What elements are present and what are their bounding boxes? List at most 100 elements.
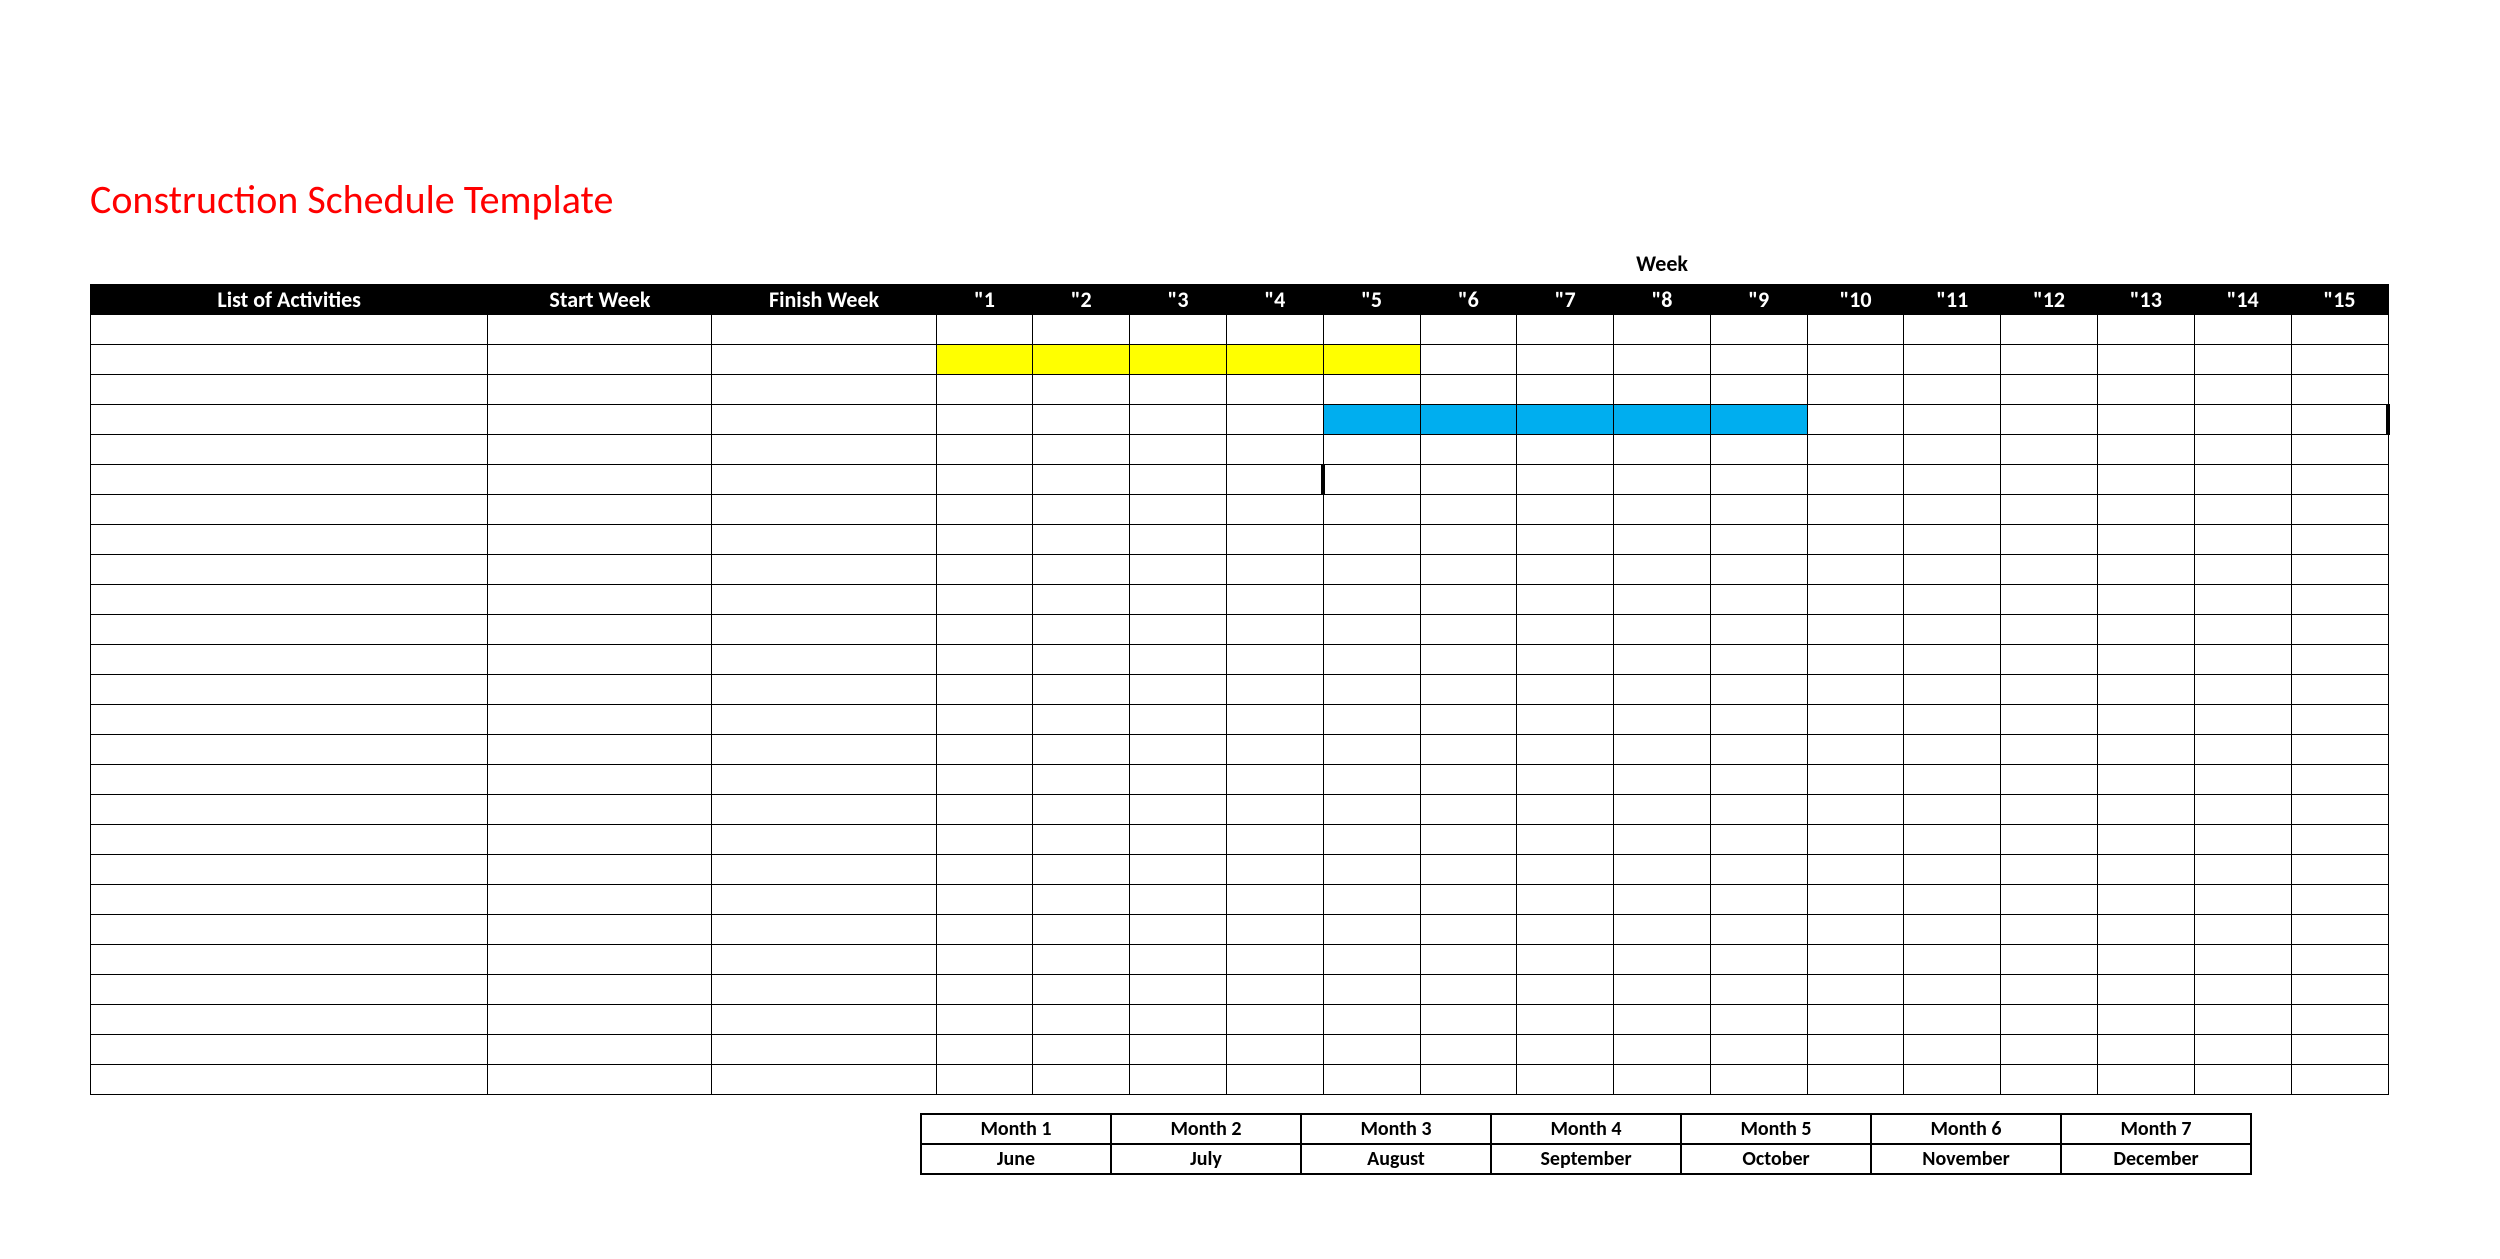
week-cell[interactable]: [1033, 614, 1130, 644]
finish-week-cell[interactable]: [712, 554, 936, 584]
week-cell[interactable]: [936, 644, 1033, 674]
week-cell[interactable]: [2194, 554, 2291, 584]
week-cell[interactable]: [2291, 644, 2388, 674]
week-cell[interactable]: [1033, 404, 1130, 434]
week-cell[interactable]: [2194, 464, 2291, 494]
week-cell[interactable]: [1323, 464, 1420, 494]
week-cell[interactable]: [1710, 314, 1807, 344]
week-cell[interactable]: [936, 1064, 1033, 1094]
week-cell[interactable]: [1614, 314, 1711, 344]
week-cell[interactable]: [2194, 824, 2291, 854]
week-cell[interactable]: [1323, 944, 1420, 974]
week-cell[interactable]: [1710, 1064, 1807, 1094]
week-cell[interactable]: [1614, 404, 1711, 434]
week-cell[interactable]: [1710, 854, 1807, 884]
week-cell[interactable]: [1517, 764, 1614, 794]
week-cell[interactable]: [1323, 584, 1420, 614]
week-cell[interactable]: [1710, 734, 1807, 764]
activity-cell[interactable]: [91, 554, 488, 584]
week-cell[interactable]: [1130, 554, 1227, 584]
week-cell[interactable]: [1033, 554, 1130, 584]
week-cell[interactable]: [1614, 764, 1711, 794]
week-cell[interactable]: [1420, 554, 1517, 584]
finish-week-cell[interactable]: [712, 614, 936, 644]
week-cell[interactable]: [1807, 314, 1904, 344]
activity-cell[interactable]: [91, 404, 488, 434]
week-cell[interactable]: [1226, 914, 1323, 944]
week-cell[interactable]: [1517, 434, 1614, 464]
start-week-cell[interactable]: [488, 974, 712, 1004]
week-cell[interactable]: [2001, 314, 2098, 344]
week-cell[interactable]: [1323, 974, 1420, 1004]
week-cell[interactable]: [1420, 374, 1517, 404]
week-cell[interactable]: [2194, 734, 2291, 764]
week-cell[interactable]: [1710, 974, 1807, 1004]
week-cell[interactable]: [1420, 1004, 1517, 1034]
week-cell[interactable]: [1130, 314, 1227, 344]
week-cell[interactable]: [1323, 794, 1420, 824]
week-cell[interactable]: [1130, 1064, 1227, 1094]
week-cell[interactable]: [2001, 1064, 2098, 1094]
week-cell[interactable]: [1226, 554, 1323, 584]
week-cell[interactable]: [1323, 374, 1420, 404]
week-cell[interactable]: [2291, 344, 2388, 374]
week-cell[interactable]: [1904, 1064, 2001, 1094]
week-cell[interactable]: [1323, 734, 1420, 764]
week-cell[interactable]: [2098, 644, 2195, 674]
week-cell[interactable]: [1517, 1064, 1614, 1094]
week-cell[interactable]: [1323, 644, 1420, 674]
activity-cell[interactable]: [91, 434, 488, 464]
week-cell[interactable]: [1130, 854, 1227, 884]
week-cell[interactable]: [936, 944, 1033, 974]
finish-week-cell[interactable]: [712, 1004, 936, 1034]
week-cell[interactable]: [2001, 1004, 2098, 1034]
week-cell[interactable]: [1904, 554, 2001, 584]
week-cell[interactable]: [936, 884, 1033, 914]
week-cell[interactable]: [1710, 554, 1807, 584]
week-cell[interactable]: [1904, 794, 2001, 824]
week-cell[interactable]: [2194, 644, 2291, 674]
week-cell[interactable]: [1033, 344, 1130, 374]
start-week-cell[interactable]: [488, 374, 712, 404]
finish-week-cell[interactable]: [712, 944, 936, 974]
week-cell[interactable]: [1130, 494, 1227, 524]
week-cell[interactable]: [1807, 554, 1904, 584]
week-cell[interactable]: [1130, 914, 1227, 944]
week-cell[interactable]: [2098, 764, 2195, 794]
week-cell[interactable]: [2001, 404, 2098, 434]
week-cell[interactable]: [2291, 704, 2388, 734]
week-cell[interactable]: [1323, 344, 1420, 374]
start-week-cell[interactable]: [488, 944, 712, 974]
week-cell[interactable]: [1904, 614, 2001, 644]
week-cell[interactable]: [1807, 404, 1904, 434]
week-cell[interactable]: [1517, 494, 1614, 524]
week-cell[interactable]: [1710, 524, 1807, 554]
week-cell[interactable]: [1904, 344, 2001, 374]
week-cell[interactable]: [1323, 1034, 1420, 1064]
week-cell[interactable]: [1420, 974, 1517, 1004]
week-cell[interactable]: [2098, 344, 2195, 374]
start-week-cell[interactable]: [488, 764, 712, 794]
week-cell[interactable]: [936, 854, 1033, 884]
week-cell[interactable]: [1710, 644, 1807, 674]
week-cell[interactable]: [2194, 344, 2291, 374]
week-cell[interactable]: [1904, 524, 2001, 554]
week-cell[interactable]: [2001, 974, 2098, 1004]
finish-week-cell[interactable]: [712, 674, 936, 704]
start-week-cell[interactable]: [488, 524, 712, 554]
week-cell[interactable]: [1033, 1064, 1130, 1094]
week-cell[interactable]: [1517, 644, 1614, 674]
week-cell[interactable]: [936, 674, 1033, 704]
week-cell[interactable]: [2098, 404, 2195, 434]
week-cell[interactable]: [1807, 794, 1904, 824]
week-cell[interactable]: [2001, 494, 2098, 524]
week-cell[interactable]: [2291, 734, 2388, 764]
week-cell[interactable]: [1033, 1034, 1130, 1064]
week-cell[interactable]: [1904, 434, 2001, 464]
week-cell[interactable]: [1226, 734, 1323, 764]
week-cell[interactable]: [2194, 914, 2291, 944]
week-cell[interactable]: [1710, 764, 1807, 794]
start-week-cell[interactable]: [488, 404, 712, 434]
week-cell[interactable]: [1226, 464, 1323, 494]
activity-cell[interactable]: [91, 854, 488, 884]
